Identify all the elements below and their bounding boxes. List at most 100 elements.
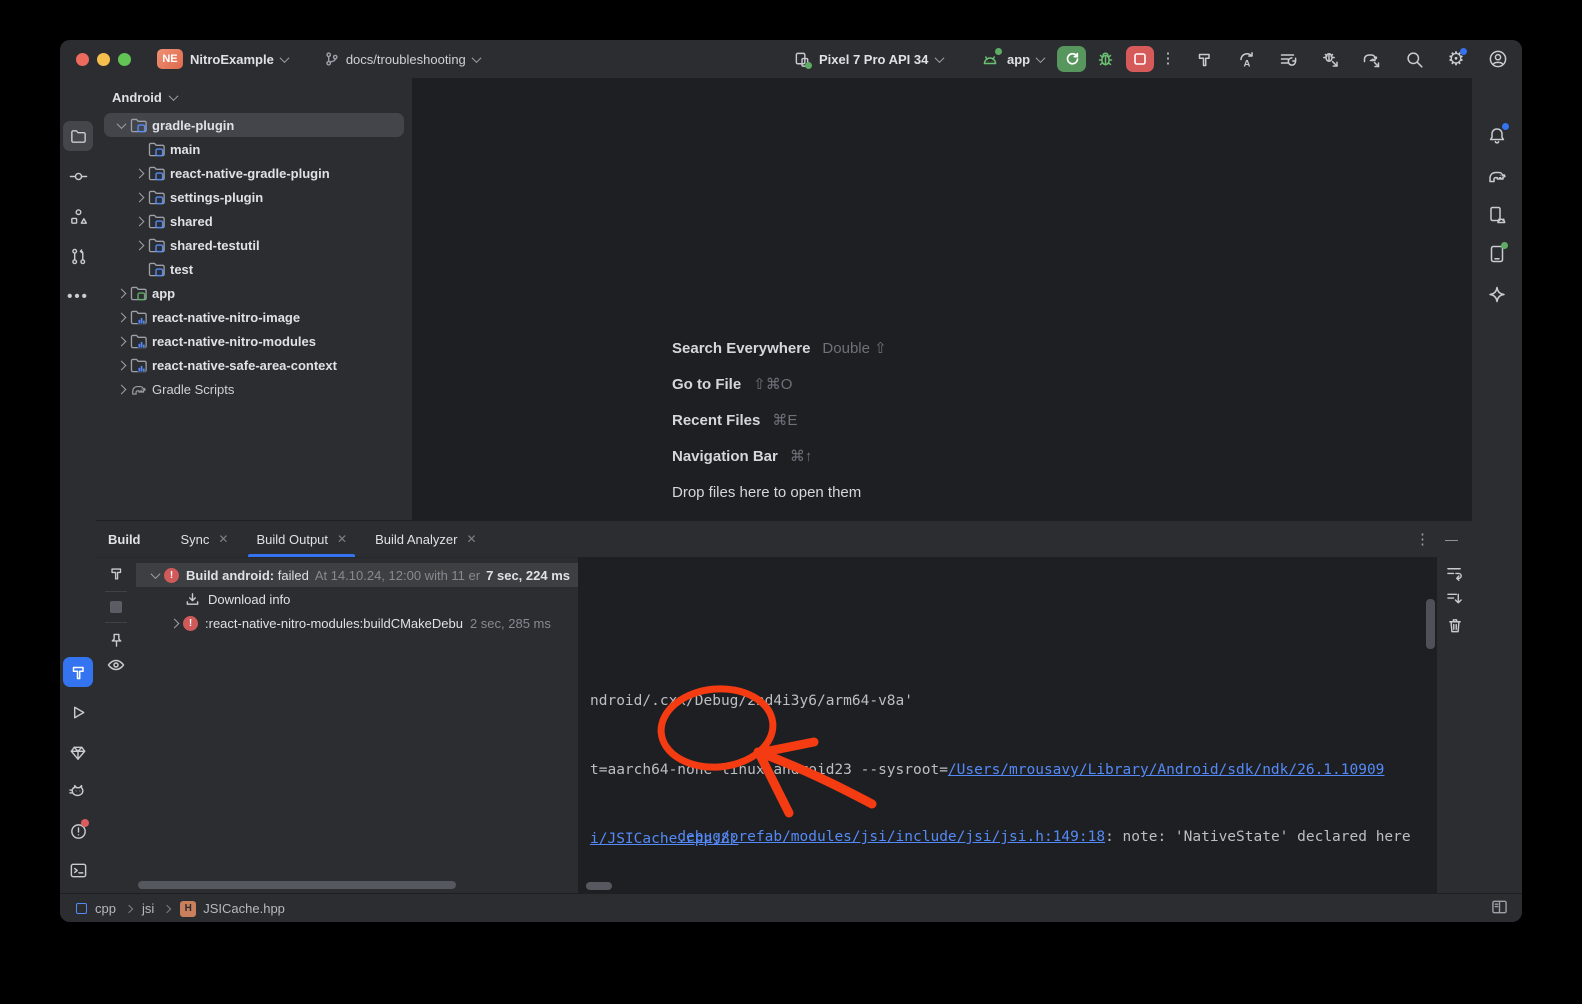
tree-item-settings-plugin[interactable]: settings-plugin [104, 185, 404, 209]
close-tab-icon[interactable]: ✕ [218, 532, 228, 546]
chevron-right-icon[interactable] [134, 168, 144, 178]
commit-tool-button[interactable] [63, 161, 93, 191]
pull-request-icon [69, 247, 88, 266]
build-tool-button[interactable] [63, 657, 93, 687]
chevron-down-icon[interactable] [116, 119, 126, 129]
tab-sync[interactable]: Sync ✕ [167, 521, 243, 557]
tree-item-react-native-gradle-plugin[interactable]: react-native-gradle-plugin [104, 161, 404, 185]
run-config-name: app [1007, 52, 1030, 67]
download-info-row[interactable]: Download info [136, 587, 578, 611]
breadcrumb-jsi[interactable]: jsi [142, 901, 154, 916]
chevron-right-icon[interactable] [134, 192, 144, 202]
notifications-button[interactable] [1482, 121, 1512, 151]
chevron-right-icon[interactable] [169, 618, 179, 628]
tree-item-react-native-nitro-image[interactable]: react-native-nitro-image [104, 305, 404, 329]
build-project-button[interactable] [1194, 49, 1214, 69]
project-tool-button[interactable] [63, 121, 93, 151]
horizontal-scrollbar-thumb[interactable] [586, 882, 612, 890]
vertical-scrollbar-thumb[interactable] [1426, 599, 1435, 649]
hammer-icon[interactable] [108, 565, 125, 582]
close-window-button[interactable] [76, 53, 89, 66]
titlebar-icons: A [1194, 40, 1508, 78]
horizontal-scrollbar-thumb[interactable] [138, 881, 456, 889]
run-tool-button[interactable] [63, 697, 93, 727]
pin-icon[interactable] [109, 632, 124, 649]
tab-build-output[interactable]: Build Output ✕ [242, 521, 361, 557]
breadcrumb-file[interactable]: JSICache.hpp [203, 901, 285, 916]
close-tab-icon[interactable]: ✕ [337, 532, 347, 546]
attach-debugger-button[interactable] [1320, 49, 1340, 69]
profile-button[interactable] [1488, 49, 1508, 69]
stop-build-icon[interactable] [110, 601, 122, 613]
more-actions-button[interactable]: ⋮ [1160, 48, 1176, 70]
tree-item-gradle-plugin[interactable]: gradle-plugin [104, 113, 404, 137]
trash-icon[interactable] [1447, 617, 1463, 634]
branch-selector[interactable]: docs/troubleshooting [324, 51, 480, 67]
gradle-tool-button[interactable] [1482, 161, 1512, 191]
scroll-to-end-icon[interactable] [1446, 591, 1463, 607]
chevron-down-icon[interactable] [150, 569, 160, 579]
rerun-button[interactable] [1057, 46, 1086, 72]
device-manager-button[interactable] [1482, 200, 1512, 230]
chevron-right-icon[interactable] [116, 336, 126, 346]
stop-button[interactable] [1126, 46, 1154, 72]
app-module-folder-icon [130, 286, 147, 301]
tree-item-react-native-safe-area-context[interactable]: react-native-safe-area-context [104, 353, 404, 377]
console-path-link[interactable]: /Users/mrousavy/Library/Android/sdk/ndk/… [948, 762, 1385, 778]
pull-requests-tool-button[interactable] [63, 241, 93, 271]
tree-item-gradle-scripts[interactable]: Gradle Scripts [104, 377, 404, 401]
maximize-window-button[interactable] [118, 53, 131, 66]
tree-item-shared[interactable]: shared [104, 209, 404, 233]
close-tab-icon[interactable]: ✕ [466, 532, 476, 546]
chevron-right-icon[interactable] [116, 288, 126, 298]
search-everywhere-button[interactable] [1404, 49, 1424, 69]
run-configuration-selector[interactable]: app [980, 50, 1044, 68]
status-right-icon-wrap[interactable] [1491, 899, 1508, 918]
tree-item-shared-testutil[interactable]: shared-testutil [104, 233, 404, 257]
chevron-right-icon[interactable] [116, 312, 126, 322]
gemini-button[interactable] [1482, 280, 1512, 310]
more-tools-button[interactable]: ••• [63, 281, 93, 311]
build-output-console[interactable]: ndroid/.cxx/Debug/2nd4i3y6/arm64-v8a' t=… [578, 557, 1437, 894]
tree-item-test[interactable]: test [104, 257, 404, 281]
chevron-right-icon[interactable] [134, 240, 144, 250]
sync-gradle-button[interactable] [1362, 49, 1382, 69]
toolbar-divider [105, 622, 127, 623]
module-folder-icon [148, 214, 165, 229]
soft-wrap-icon[interactable] [1446, 565, 1463, 581]
debug-button[interactable] [1096, 49, 1115, 73]
structure-tool-button[interactable] [63, 201, 93, 231]
project-selector[interactable]: NE NitroExample [157, 49, 288, 69]
avatar-icon [1488, 49, 1508, 69]
apply-changes-button[interactable]: A [1236, 49, 1256, 69]
panel-options-button[interactable]: ⋮ [1415, 530, 1425, 548]
tree-item-app[interactable]: app [104, 281, 404, 305]
project-view-selector[interactable]: Android [96, 78, 412, 113]
build-root-row[interactable]: ! Build android: failed At 14.10.24, 12:… [136, 563, 578, 587]
running-devices-button[interactable] [1482, 239, 1512, 269]
chevron-right-icon[interactable] [116, 384, 126, 394]
minimize-window-button[interactable] [97, 53, 110, 66]
breadcrumb-cpp[interactable]: cpp [95, 901, 116, 916]
cmake-task-row[interactable]: ! :react-native-nitro-modules:buildCMake… [136, 611, 578, 635]
app-quality-insights-tool-button[interactable] [63, 737, 93, 767]
tab-build-analyzer[interactable]: Build Analyzer ✕ [361, 521, 490, 557]
console-path-link[interactable]: debug/prefab/modules/jsi/include/jsi/jsi… [677, 829, 1105, 845]
tree-item-react-native-nitro-modules[interactable]: react-native-nitro-modules [104, 329, 404, 353]
chevron-down-icon [1036, 53, 1046, 63]
minimize-panel-button[interactable]: — [1445, 532, 1458, 547]
tree-item-main[interactable]: main [104, 137, 404, 161]
editor-empty-shortcuts: Search Everywhere Double ⇧ Go to File ⇧⌘… [672, 330, 887, 510]
logcat-tool-button[interactable] [63, 776, 93, 806]
chevron-right-icon[interactable] [134, 216, 144, 226]
chevron-right-icon[interactable] [116, 360, 126, 370]
console-line: ndroid/.cxx/Debug/2nd4i3y6/arm64-v8a' [590, 690, 1384, 713]
terminal-tool-button[interactable] [63, 855, 93, 885]
apply-code-changes-button[interactable] [1278, 49, 1298, 69]
eye-filter-icon[interactable] [107, 658, 125, 672]
folder-icon [69, 127, 88, 146]
problems-tool-button[interactable] [63, 816, 93, 846]
device-selector[interactable]: Pixel 7 Pro API 34 [794, 51, 943, 68]
search-icon [1405, 50, 1424, 69]
settings-button[interactable]: ⚙ [1446, 49, 1466, 69]
